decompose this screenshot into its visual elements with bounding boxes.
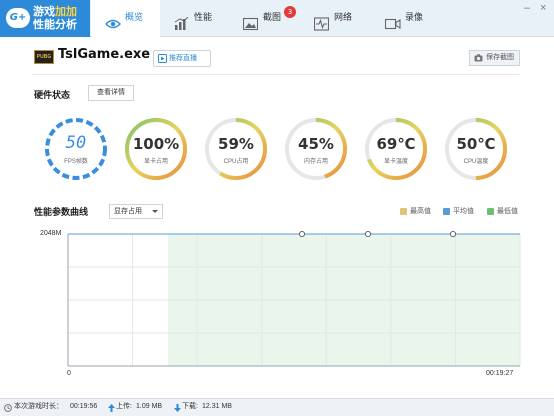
tab-label: 录像 xyxy=(405,13,424,23)
gauge-value: 50℃ xyxy=(456,135,496,153)
x-axis-end-label: 00:19:27 xyxy=(486,370,514,377)
x-axis-start-label: 0 xyxy=(67,370,71,377)
logo-text: 游戏加加 性能分析 xyxy=(33,5,77,31)
session-label: 本次游戏时长： xyxy=(14,403,63,410)
gauge-value: 50 xyxy=(65,133,87,153)
upload-value: 1.09 MB xyxy=(136,403,163,410)
session-time: 00:19:56 xyxy=(70,403,98,410)
tab-recording[interactable]: 录像 xyxy=(368,0,438,37)
gauge-value: 69℃ xyxy=(376,135,416,153)
logo-line1-b: 加加 xyxy=(55,5,77,18)
gauge-value: 45% xyxy=(298,135,334,153)
gauge-label: FPS帧数 xyxy=(64,159,88,165)
legend-label: 最低值 xyxy=(497,208,518,215)
app-logo: G+ 游戏加加 性能分析 xyxy=(0,0,90,37)
tab-overview[interactable]: 概览 xyxy=(91,0,160,37)
download-label: 下载: xyxy=(182,403,198,410)
series-point xyxy=(298,230,306,238)
clock-icon xyxy=(4,403,12,416)
curve-title: 性能参数曲线 xyxy=(34,208,89,218)
download-arrow-icon xyxy=(174,403,181,416)
close-button[interactable]: × xyxy=(540,2,546,14)
upload-arrow-icon xyxy=(108,403,115,416)
gauge-value: 100% xyxy=(132,135,180,153)
gauge-fps: 50 FPS帧数 xyxy=(44,117,108,181)
recommend-live-button[interactable]: 推荐直播 xyxy=(153,50,211,67)
save-screenshot-button[interactable]: 保存截图 xyxy=(469,50,520,66)
tab-performance[interactable]: 性能 xyxy=(160,0,228,37)
upload-label: 上传: xyxy=(116,403,132,410)
recommend-live-label: 推荐直播 xyxy=(169,55,197,62)
metric-select[interactable]: 显存占用 xyxy=(109,204,163,219)
logo-line1-a: 游戏 xyxy=(33,5,55,18)
series-point xyxy=(449,230,457,238)
tab-network[interactable]: 网络 xyxy=(298,0,368,37)
gauge-label: CPU占用 xyxy=(223,159,249,165)
legend-swatch xyxy=(487,208,494,215)
logo-badge: G+ xyxy=(6,8,30,28)
view-details-button[interactable]: 查看详情 xyxy=(88,85,134,101)
gauge-gpu-temp: 69℃ 显卡温度 xyxy=(364,117,428,181)
divider xyxy=(32,74,520,75)
app-window: G+ 游戏加加 性能分析 概览 性能 截图 3 网络 录像 – × PUBG T… xyxy=(0,0,554,416)
legend-swatch xyxy=(443,208,450,215)
legend-label: 平均值 xyxy=(453,208,474,215)
gauge-cpu-temp: 50℃ CPU温度 xyxy=(444,117,508,181)
bar-chart-icon xyxy=(174,11,189,48)
legend-swatch xyxy=(400,208,407,215)
legend-label: 最高值 xyxy=(410,208,431,215)
tab-label: 截图 xyxy=(263,13,282,23)
gauge-memory-usage: 45% 内存占用 xyxy=(284,117,348,181)
logo-line2: 性能分析 xyxy=(33,18,77,31)
gauge-label: 内存占用 xyxy=(303,159,328,165)
gauge-label: 显卡占用 xyxy=(143,159,168,165)
gauge-label: 显卡温度 xyxy=(383,159,408,165)
hardware-title: 硬件状态 xyxy=(34,91,71,101)
notification-badge: 3 xyxy=(284,6,296,18)
top-navigation-bar: G+ 游戏加加 性能分析 概览 性能 截图 3 网络 录像 – × xyxy=(0,0,554,37)
metric-select-value: 显存占用 xyxy=(114,208,142,215)
tab-label: 网络 xyxy=(334,13,353,23)
camera-icon xyxy=(474,54,483,68)
performance-chart xyxy=(67,230,521,367)
video-icon xyxy=(384,11,401,48)
tab-screenshots[interactable]: 截图 3 xyxy=(228,0,298,37)
gauge-gpu-usage: 100% 显卡占用 xyxy=(124,117,188,181)
eye-icon xyxy=(105,11,121,48)
game-logo: PUBG xyxy=(34,50,54,64)
chevron-down-icon xyxy=(152,210,158,213)
tab-label: 性能 xyxy=(194,13,213,23)
gauge-label: CPU温度 xyxy=(463,159,489,165)
live-icon xyxy=(158,54,167,69)
gauge-value: 59% xyxy=(218,135,254,153)
download-value: 12.31 MB xyxy=(202,403,232,410)
pulse-icon xyxy=(313,11,330,48)
status-bar: 本次游戏时长： 00:19:56 上传: 1.09 MB 下载: 12.31 M… xyxy=(0,398,554,416)
gauge-cpu-usage: 59% CPU占用 xyxy=(204,117,268,181)
minimize-button[interactable]: – xyxy=(524,2,530,14)
series-point xyxy=(364,230,372,238)
image-icon xyxy=(242,11,259,48)
tab-label: 概览 xyxy=(125,13,144,23)
game-title: TslGame.exe xyxy=(58,47,151,62)
save-screenshot-label: 保存截图 xyxy=(486,54,514,61)
